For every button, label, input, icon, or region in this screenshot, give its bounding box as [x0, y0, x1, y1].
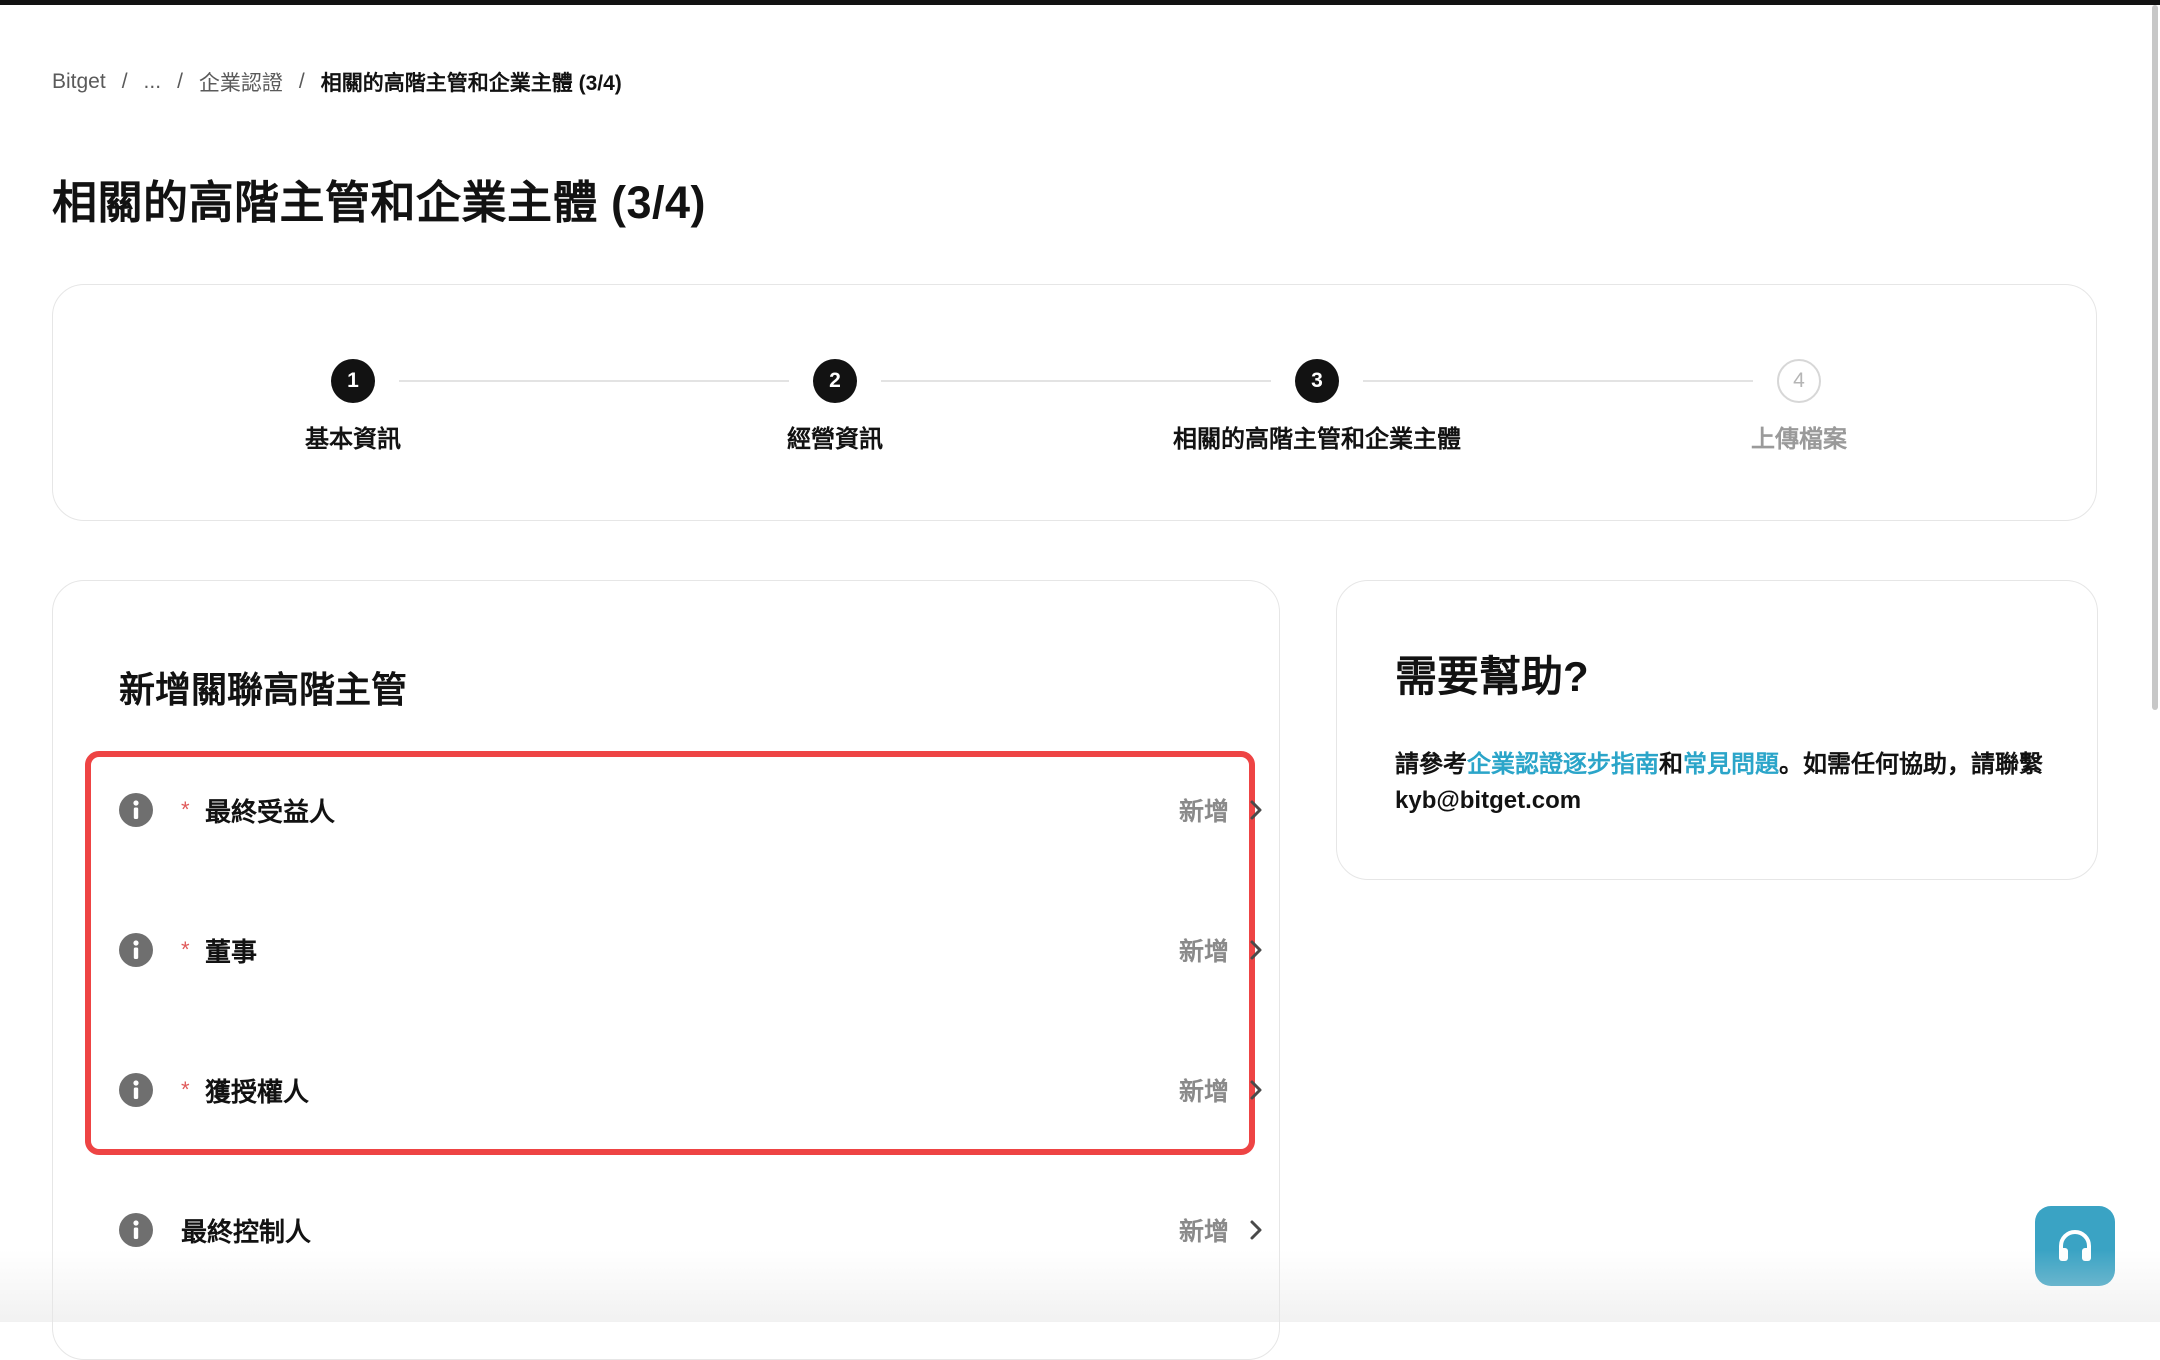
- executive-row-authorized[interactable]: * 獲授權人 新增: [119, 1055, 1263, 1125]
- help-card: 需要幫助? 請參考企業認證逐步指南和常見問題。如需任何協助，請聯繫 kyb@bi…: [1336, 580, 2098, 880]
- step-2-label: 經營資訊: [787, 426, 883, 453]
- chevron-right-icon: [1250, 940, 1262, 960]
- support-chat-button[interactable]: [2035, 1206, 2115, 1286]
- chevron-right-icon: [1250, 800, 1262, 820]
- step-1: 1 基本資訊: [203, 359, 503, 454]
- breadcrumb-item-kyb[interactable]: 企業認證: [199, 67, 283, 97]
- help-title: 需要幫助?: [1395, 653, 1589, 700]
- stepper-card: 1 基本資訊 2 經營資訊 3 相關的高階主管和企業主體 4 上傳檔案: [52, 284, 2097, 521]
- breadcrumb-separator: /: [298, 70, 305, 93]
- step-1-circle: 1: [331, 359, 375, 403]
- executives-card: 新增關聯高階主管 * 最終受益人 新增 * 董事 新增 * 獲授權人 新增 最終…: [52, 580, 1280, 1360]
- add-label: 新增: [1178, 1218, 1229, 1246]
- executive-row-director[interactable]: * 董事 新增: [119, 915, 1263, 985]
- chevron-right-icon: [1250, 1080, 1262, 1100]
- step-4-circle: 4: [1777, 359, 1821, 403]
- add-controller-button[interactable]: 新增: [1179, 1212, 1263, 1248]
- executive-row-ubo[interactable]: * 最終受益人 新增: [119, 775, 1263, 845]
- add-label: 新增: [1178, 1078, 1229, 1106]
- step-3-circle: 3: [1295, 359, 1339, 403]
- kyb-guide-link[interactable]: 企業認證逐步指南: [1467, 751, 1659, 778]
- step-3-label: 相關的高階主管和企業主體: [1173, 426, 1461, 453]
- breadcrumb-item-home[interactable]: Bitget: [52, 70, 106, 94]
- breadcrumb-separator: /: [177, 70, 183, 93]
- step-4: 4 上傳檔案: [1649, 359, 1949, 454]
- info-icon[interactable]: [119, 793, 153, 827]
- help-text-prefix: 請參考: [1395, 751, 1467, 778]
- breadcrumb-current: 相關的高階主管和企業主體 (3/4): [320, 72, 622, 95]
- scrollbar-thumb[interactable]: [2152, 5, 2158, 710]
- scrollbar[interactable]: [2148, 5, 2160, 715]
- add-ubo-button[interactable]: 新增: [1179, 792, 1263, 828]
- section-title: 新增關聯高階主管: [119, 669, 408, 710]
- step-4-label: 上傳檔案: [1751, 426, 1847, 453]
- breadcrumb-separator: /: [121, 70, 128, 93]
- executive-row-controller[interactable]: 最終控制人 新增: [119, 1195, 1263, 1265]
- chevron-right-icon: [1250, 1220, 1262, 1240]
- row-label: 獲授權人: [205, 1076, 310, 1107]
- row-label: 最終控制人: [181, 1216, 312, 1247]
- row-label: 最終受益人: [205, 796, 336, 827]
- required-mark: *: [181, 1077, 190, 1102]
- step-1-label: 基本資訊: [305, 426, 401, 453]
- top-bar: [0, 0, 2160, 5]
- step-3: 3 相關的高階主管和企業主體: [1167, 359, 1467, 454]
- headset-icon: [2059, 1230, 2091, 1261]
- row-label: 董事: [205, 936, 258, 967]
- add-authorized-person-button[interactable]: 新增: [1179, 1072, 1263, 1108]
- required-mark: *: [181, 937, 190, 962]
- info-icon[interactable]: [119, 1073, 153, 1107]
- help-text-and: 和: [1659, 751, 1683, 778]
- add-director-button[interactable]: 新增: [1179, 932, 1263, 968]
- faq-link[interactable]: 常見問題: [1683, 751, 1779, 778]
- page-title: 相關的高階主管和企業主體 (3/4): [52, 177, 707, 228]
- info-icon[interactable]: [119, 933, 153, 967]
- info-icon[interactable]: [119, 1213, 153, 1247]
- step-2: 2 經營資訊: [685, 359, 985, 454]
- breadcrumb-item-ellipsis[interactable]: ...: [144, 70, 162, 94]
- breadcrumb: Bitget / ... / 企業認證 / 相關的高階主管和企業主體 (3/4): [52, 66, 638, 98]
- required-mark: *: [181, 797, 190, 822]
- add-label: 新增: [1178, 798, 1229, 826]
- step-2-circle: 2: [813, 359, 857, 403]
- add-label: 新增: [1178, 938, 1229, 966]
- help-text: 請參考企業認證逐步指南和常見問題。如需任何協助，請聯繫 kyb@bitget.c…: [1395, 747, 2055, 819]
